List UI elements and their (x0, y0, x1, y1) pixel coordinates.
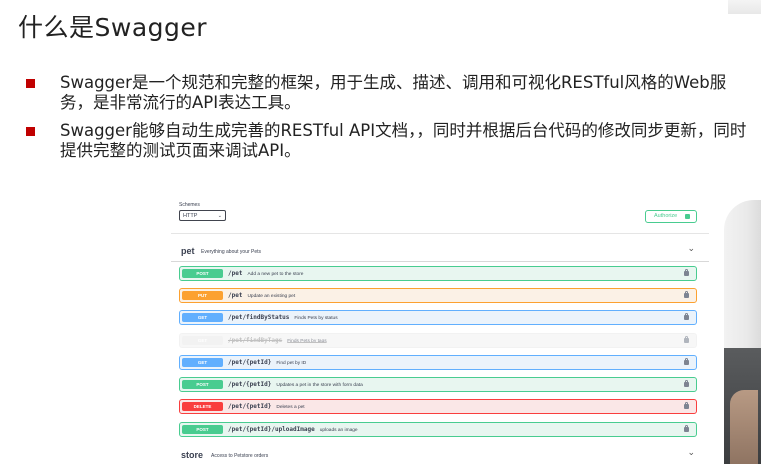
operation-summary: Update an existing pet (247, 294, 296, 299)
operation-path: /pet/{petId} Deletes a pet (228, 403, 305, 410)
authorize-label: Authorize (654, 213, 678, 219)
operation-summary: Finds Pets by status (294, 316, 338, 321)
bullet-item: Swagger是一个规范和完整的框架，用于生成、描述、调用和可视化RESTful… (26, 73, 756, 113)
operation-path: /pet/{petId} Find pet by ID (228, 359, 307, 366)
lock-icon[interactable] (684, 425, 689, 432)
operation-path: /pet/findByTags Finds Pets by tags (228, 337, 327, 344)
method-badge: POST (182, 269, 223, 278)
method-badge: POST (182, 425, 223, 434)
operation-path: /pet/{petId}/uploadImage uploads an image (228, 426, 358, 433)
schemes-select[interactable]: HTTP ⌄ (179, 210, 226, 221)
method-badge: GET (182, 336, 223, 345)
operation-summary: Add a new pet to the store (247, 272, 304, 277)
schemes-label: Schemes (179, 202, 200, 208)
schemes-value: HTTP (183, 213, 198, 219)
bullet-text: Swagger能够自动生成完善的RESTful API文档，，同时并根据后台代码… (60, 121, 747, 160)
bullet-square-icon (26, 79, 35, 88)
operation-summary: Updates a pet in the store with form dat… (276, 383, 363, 388)
operation-summary: Finds Pets by tags (287, 339, 327, 344)
tag-name: store (181, 450, 204, 460)
swagger-screenshot: Schemes HTTP ⌄ Authorize pet Everything … (171, 195, 709, 464)
lock-icon[interactable] (684, 291, 689, 298)
operation-path: /pet/{petId} Updates a pet in the store w… (228, 381, 363, 388)
operation-summary: uploads an image (319, 428, 358, 433)
decorative-photo-fragment (728, 0, 761, 14)
bullet-text: Swagger是一个规范和完整的框架，用于生成、描述、调用和可视化RESTful… (60, 73, 727, 112)
operation-row[interactable]: GET /pet/{petId} Find pet by ID (179, 355, 697, 370)
chevron-down-icon[interactable]: ⌄ (687, 243, 695, 254)
method-badge: GET (182, 358, 223, 367)
operation-row[interactable]: GET /pet/findByStatus Finds Pets by statu… (179, 310, 697, 325)
slide-title: 什么是Swagger (18, 13, 208, 42)
operation-row[interactable]: POST /pet/{petId} Updates a pet in the st… (179, 377, 697, 392)
operation-row[interactable]: POST /pet/{petId}/uploadImage uploads an … (179, 422, 697, 437)
method-badge: GET (182, 313, 223, 322)
lock-icon[interactable] (684, 269, 689, 276)
chevron-down-icon[interactable]: ⌄ (687, 447, 695, 458)
operation-row[interactable]: DELETE /pet/{petId} Deletes a pet (179, 399, 697, 414)
operation-summary: Find pet by ID (276, 361, 307, 366)
method-badge: DELETE (182, 402, 223, 411)
lock-icon[interactable] (684, 336, 689, 343)
bullet-list: Swagger是一个规范和完整的框架，用于生成、描述、调用和可视化RESTful… (26, 73, 756, 169)
lock-icon[interactable] (684, 313, 689, 320)
operation-path: /pet Add a new pet to the store (228, 270, 304, 277)
divider (171, 233, 709, 234)
tag-name: pet (181, 246, 195, 256)
method-badge: PUT (182, 291, 223, 300)
tag-header-store[interactable]: store Access to Petstore orders ⌄ (171, 445, 709, 464)
chevron-down-icon: ⌄ (217, 213, 222, 219)
method-badge: POST (182, 380, 223, 389)
lock-icon (685, 214, 690, 219)
lock-icon[interactable] (684, 380, 689, 387)
decorative-photo (724, 200, 761, 464)
bullet-square-icon (26, 127, 35, 136)
tag-description: Everything about your Pets (201, 249, 262, 255)
tag-description: Access to Petstore orders (211, 453, 269, 459)
operation-row[interactable]: POST /pet Add a new pet to the store (179, 266, 697, 281)
bullet-item: Swagger能够自动生成完善的RESTful API文档，，同时并根据后台代码… (26, 121, 756, 161)
operation-path: /pet Update an existing pet (228, 292, 296, 299)
operation-row[interactable]: GET /pet/findByTags Finds Pets by tags (179, 333, 697, 348)
tag-header-pet[interactable]: pet Everything about your Pets ⌄ (171, 241, 709, 262)
operation-path: /pet/findByStatus Finds Pets by status (228, 314, 338, 321)
lock-icon[interactable] (684, 358, 689, 365)
operation-row[interactable]: PUT /pet Update an existing pet (179, 288, 697, 303)
authorize-button[interactable]: Authorize (645, 210, 697, 223)
operation-summary: Deletes a pet (276, 405, 305, 410)
lock-icon[interactable] (684, 402, 689, 409)
